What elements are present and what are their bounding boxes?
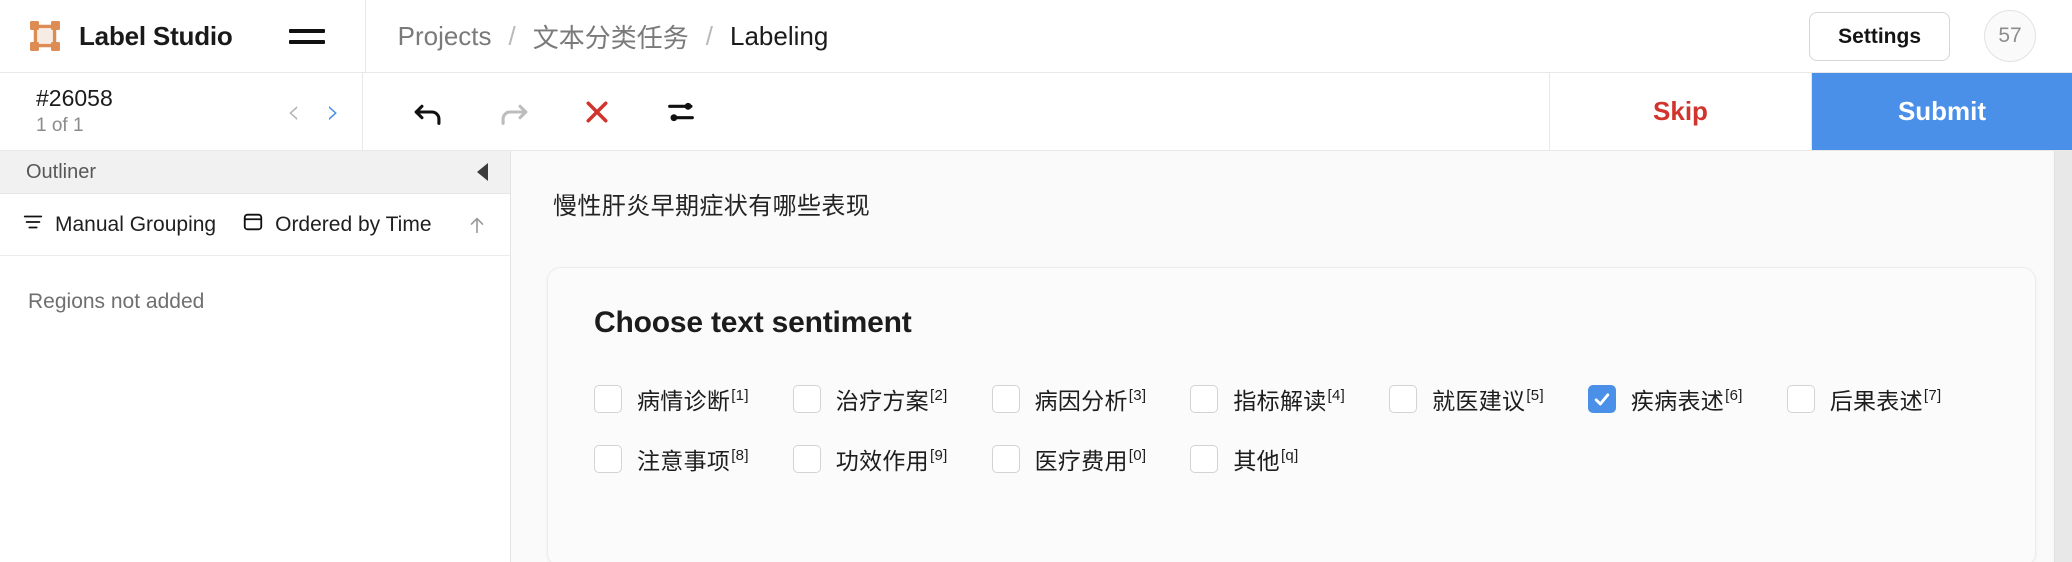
breadcrumb-separator: / [705, 20, 714, 51]
ordering-control[interactable]: Ordered by Time [242, 211, 432, 238]
vertical-scrollbar[interactable] [2054, 151, 2072, 562]
brand[interactable]: Label Studio [0, 0, 233, 72]
choice-hotkey: [2] [929, 387, 948, 405]
burger-line [288, 28, 325, 33]
choice-hotkey: [9] [929, 447, 948, 465]
breadcrumb-item-projects[interactable]: Projects [398, 21, 492, 52]
checkbox-icon[interactable] [991, 445, 1020, 473]
list-lines-icon [22, 211, 44, 238]
choice-option[interactable]: 功效作用[9] [792, 442, 948, 476]
checkbox-icon[interactable] [991, 385, 1020, 413]
task-position: 1 of 1 [36, 114, 84, 136]
choice-option[interactable]: 就医建议[5] [1389, 382, 1544, 416]
choice-hotkey: [6] [1725, 387, 1743, 405]
choices-list: 病情诊断[1] 治疗方案[2] 病因分析[3] 指标解读[4] 就医建议[5] … [580, 382, 2003, 476]
source-text: 慢性肝炎早期症状有哪些表现 [553, 193, 871, 220]
choices-title: Choose text sentiment [594, 306, 912, 339]
checkbox-icon[interactable] [1190, 445, 1219, 473]
undo-icon[interactable] [409, 92, 449, 132]
task-id: #26058 [36, 85, 113, 112]
bounding-box-logo-icon [28, 19, 62, 53]
choice-option[interactable]: 治疗方案[2] [792, 382, 948, 416]
collapse-left-icon[interactable] [477, 163, 488, 181]
choice-label: 其他[q] [1233, 447, 1299, 474]
action-icons [363, 73, 1550, 150]
choice-label: 就医建议[5] [1432, 387, 1544, 414]
choice-label: 注意事项[8] [637, 447, 749, 474]
app-header: Label Studio Projects / 文本分类任务 / Labelin… [0, 0, 2072, 73]
grouping-label: Manual Grouping [55, 212, 217, 236]
task-info-block: #26058 1 of 1 ‹ › [0, 73, 363, 150]
burger-line [288, 39, 325, 44]
workspace: Outliner Manual Grouping Ordered by Time… [0, 151, 2072, 562]
redo-icon[interactable] [493, 92, 533, 132]
choice-label: 功效作用[9] [835, 447, 948, 474]
choice-label: 病因分析[3] [1034, 387, 1147, 414]
choice-option[interactable]: 后果表述[7] [1786, 382, 1942, 416]
choices-card: Choose text sentiment 病情诊断[1] 治疗方案[2] 病因… [547, 267, 2036, 562]
choice-option[interactable]: 医疗费用[0] [991, 442, 1147, 476]
breadcrumb-item-labeling[interactable]: Labeling [730, 21, 828, 52]
choice-hotkey: [0] [1128, 447, 1147, 465]
choice-hotkey: [1] [731, 387, 749, 405]
breadcrumb-item-project[interactable]: 文本分类任务 [533, 18, 689, 55]
checkbox-icon[interactable] [594, 445, 622, 473]
labeling-app: Label Studio Projects / 文本分类任务 / Labelin… [0, 0, 2072, 562]
submit-button[interactable]: Submit [1812, 73, 2072, 150]
task-navigation: ‹ › [287, 95, 340, 129]
grouping-control[interactable]: Manual Grouping [22, 211, 216, 238]
brand-name: Label Studio [79, 20, 233, 51]
task-identity: #26058 1 of 1 [36, 86, 113, 136]
ordering-label: Ordered by Time [275, 212, 432, 236]
choice-hotkey: [7] [1923, 387, 1942, 405]
annotation-toolbar: #26058 1 of 1 ‹ › Skip Submit [0, 73, 2072, 151]
chevron-right-icon[interactable]: › [326, 95, 340, 129]
outliner-title: Outliner [26, 160, 97, 183]
choice-option-selected[interactable]: 疾病表述[6] [1587, 382, 1743, 416]
settings-sliders-icon[interactable] [661, 92, 701, 132]
outliner-header: Outliner [0, 151, 510, 194]
choice-option[interactable]: 其他[q] [1190, 442, 1298, 476]
choice-option[interactable]: 指标解读[4] [1190, 382, 1345, 416]
breadcrumb-separator: / [508, 20, 516, 51]
checkbox-icon-checked[interactable] [1587, 385, 1616, 413]
checkbox-icon[interactable] [792, 385, 821, 413]
choice-label: 治疗方案[2] [835, 387, 948, 414]
choice-hotkey: [q] [1280, 447, 1299, 465]
choice-hotkey: [5] [1526, 387, 1544, 405]
breadcrumb: Projects / 文本分类任务 / Labeling [366, 18, 829, 55]
choice-label: 医疗费用[0] [1034, 447, 1147, 474]
checkbox-icon[interactable] [594, 385, 622, 413]
checkbox-icon[interactable] [1389, 385, 1418, 413]
choice-label: 疾病表述[6] [1630, 387, 1743, 414]
skip-button[interactable]: Skip [1550, 73, 1812, 150]
avatar[interactable]: 57 [1984, 10, 2036, 62]
checkbox-icon[interactable] [1786, 385, 1815, 413]
checkbox-icon[interactable] [1190, 385, 1219, 413]
settings-button[interactable]: Settings [1809, 11, 1950, 61]
labeling-main: 慢性肝炎早期症状有哪些表现 Choose text sentiment 病情诊断… [511, 151, 2072, 562]
empty-regions-message: Regions not added [28, 290, 205, 313]
choice-label: 病情诊断[1] [637, 387, 749, 414]
hamburger-menu-icon[interactable] [288, 21, 325, 51]
header-actions: Settings 57 [1809, 10, 2072, 62]
choice-option[interactable]: 注意事项[8] [594, 442, 749, 476]
choice-label: 后果表述[7] [1829, 387, 1942, 414]
reset-icon[interactable] [577, 92, 617, 132]
chevron-left-icon[interactable]: ‹ [287, 95, 301, 129]
choice-option[interactable]: 病情诊断[1] [594, 382, 749, 416]
choice-label: 指标解读[4] [1233, 387, 1346, 414]
arrow-up-icon[interactable] [466, 213, 488, 237]
choice-option[interactable]: 病因分析[3] [991, 382, 1147, 416]
choice-hotkey: [8] [731, 447, 749, 465]
outliner-controls: Manual Grouping Ordered by Time [0, 194, 510, 256]
window-panel-icon [242, 211, 264, 238]
checkbox-icon[interactable] [792, 445, 821, 473]
choice-hotkey: [3] [1128, 387, 1147, 405]
outliner-sidebar: Outliner Manual Grouping Ordered by Time… [0, 151, 511, 562]
choice-hotkey: [4] [1327, 387, 1346, 405]
